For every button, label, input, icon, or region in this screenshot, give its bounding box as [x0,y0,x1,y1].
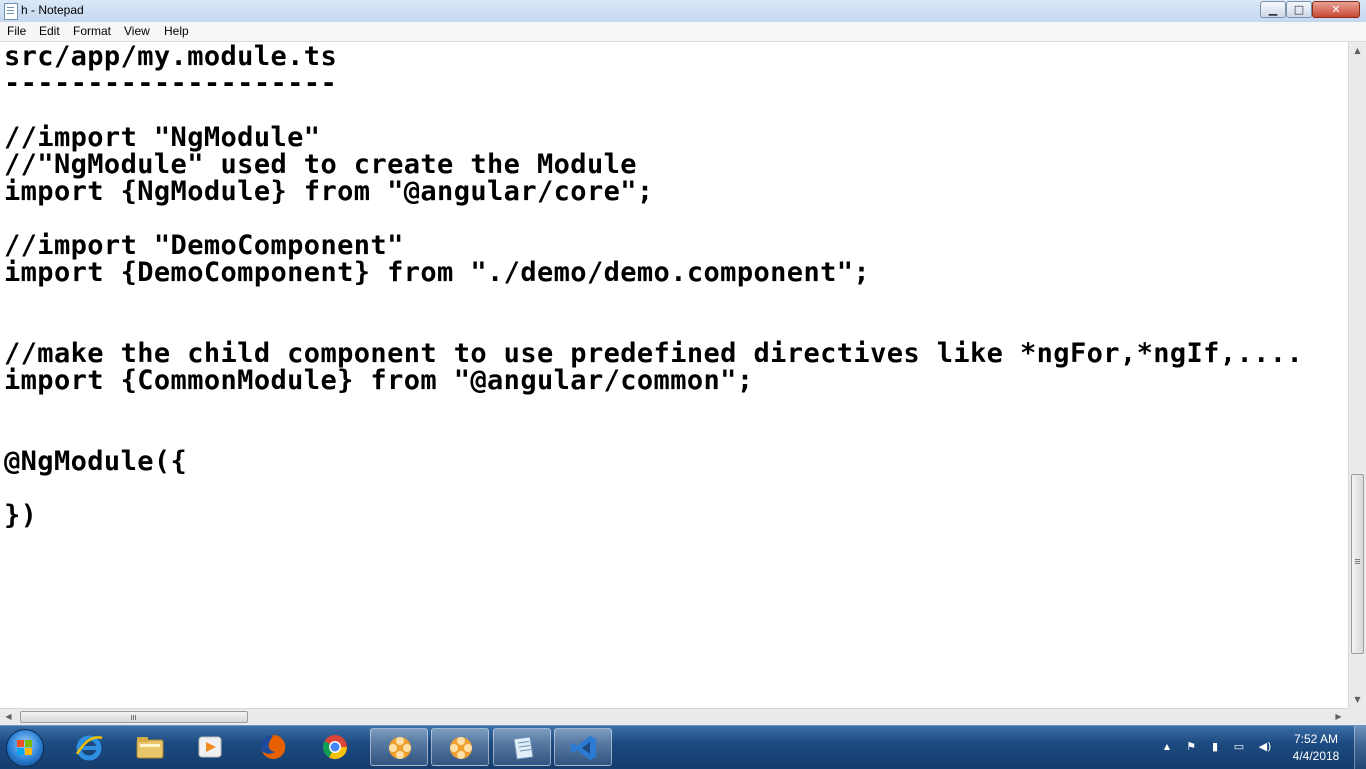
close-button[interactable]: ✕ [1312,1,1360,18]
code-line: //import "DemoComponent" [4,230,404,261]
scrollbar-corner [1348,708,1366,725]
vertical-scrollbar[interactable]: ▲ ▼ [1348,42,1366,708]
horizontal-scroll-thumb[interactable] [20,711,248,723]
clock-time: 7:52 AM [1293,732,1339,746]
chrome-icon [322,735,347,760]
code-line: //make the child component to use predef… [4,338,1304,369]
horizontal-scrollbar[interactable]: ◀ ▶ [0,708,1348,725]
scroll-up-arrow[interactable]: ▲ [1349,42,1366,59]
taskbar-app-2[interactable] [431,728,489,766]
windows-logo-icon [17,740,33,756]
firefox-icon [261,734,286,759]
taskbar-notepad[interactable] [493,728,551,766]
maximize-button[interactable]: □ [1286,1,1312,18]
taskbar-media-player[interactable] [181,728,239,766]
power-icon[interactable]: ▮ [1208,740,1222,754]
code-line: -------------------- [4,68,338,99]
code-line: import {NgModule} from "@angular/core"; [4,176,654,207]
text-editor[interactable]: src/app/my.module.ts -------------------… [0,42,1348,708]
menu-bar: File Edit Format View Help [0,22,1366,42]
vscode-icon [571,736,596,760]
code-line: import {DemoComponent} from "./demo/demo… [4,257,871,288]
notepad-icon [513,736,534,760]
taskbar-clock[interactable]: 7:52 AM 4/4/2018 [1282,731,1350,765]
menu-format[interactable]: Format [73,24,111,38]
file-explorer-icon [136,737,164,759]
clock-date: 4/4/2018 [1292,749,1340,763]
media-player-icon [198,736,222,758]
code-line: //"NgModule" used to create the Module [4,149,637,180]
taskbar-firefox[interactable] [244,728,302,766]
start-button[interactable] [6,729,44,767]
menu-help[interactable]: Help [164,24,189,38]
menu-edit[interactable]: Edit [39,24,60,38]
code-line: //import "NgModule" [4,122,321,153]
minimize-button[interactable]: ▁ [1260,1,1286,18]
code-line: src/app/my.module.ts [4,42,338,72]
scroll-left-arrow[interactable]: ◀ [0,709,17,726]
title-bar[interactable]: h - Notepad ▁ □ ✕ [0,0,1366,23]
scroll-down-arrow[interactable]: ▼ [1349,691,1366,708]
show-desktop-button[interactable] [1354,726,1366,769]
code-line: }) [4,500,38,531]
taskbar-app-1[interactable] [370,728,428,766]
system-tray: ▲ ⚑ ▮ ▭ ◀) [1158,726,1282,769]
scroll-right-arrow[interactable]: ▶ [1330,709,1347,726]
menu-view[interactable]: View [124,24,150,38]
taskbar-file-explorer[interactable] [121,728,179,766]
internet-explorer-icon [75,735,103,761]
network-icon[interactable]: ▭ [1232,740,1246,754]
taskbar-vscode[interactable] [554,728,612,766]
taskbar-internet-explorer[interactable] [60,728,118,766]
vertical-scroll-thumb[interactable] [1351,474,1364,654]
menu-file[interactable]: File [7,24,26,38]
app-flower-icon [389,737,411,759]
code-line: @NgModule({ [4,446,188,477]
app-flower-icon-2 [450,737,472,759]
show-hidden-icons-button[interactable]: ▲ [1160,740,1174,754]
action-center-flag-icon[interactable]: ⚑ [1184,740,1198,754]
volume-icon[interactable]: ◀) [1256,740,1274,754]
taskbar-chrome[interactable] [306,728,364,766]
code-line: import {CommonModule} from "@angular/com… [4,365,754,396]
window-title: h - Notepad [21,3,84,17]
notepad-icon[interactable] [4,3,18,20]
taskbar: ▲ ⚑ ▮ ▭ ◀) 7:52 AM 4/4/2018 [0,725,1366,769]
